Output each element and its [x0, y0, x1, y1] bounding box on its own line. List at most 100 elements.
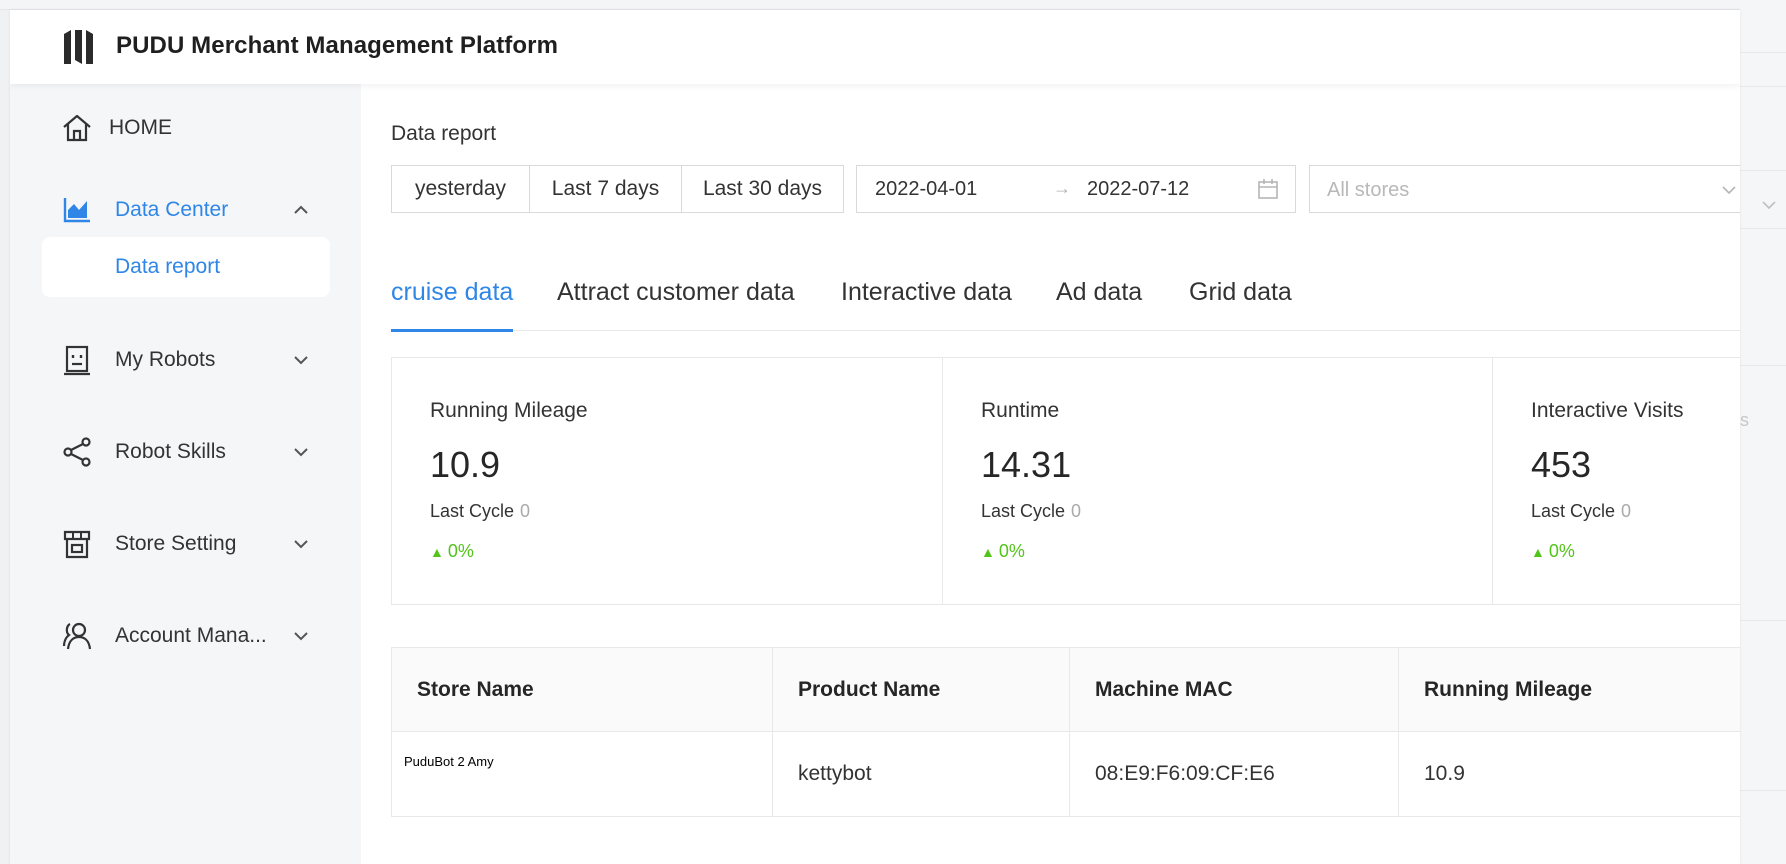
- data-table: Store Name Product Name Machine MAC Runn…: [391, 647, 1740, 817]
- stat-last-cycle: Last Cycle 0: [1531, 501, 1631, 522]
- backdrop-divider: [1740, 790, 1786, 791]
- column-header-label: Store Name: [417, 678, 534, 701]
- calendar-icon: [1258, 179, 1278, 199]
- yesterday-button[interactable]: yesterday: [391, 165, 530, 213]
- app-title: PUDU Merchant Management Platform: [116, 32, 559, 59]
- stat-label: Interactive Visits: [1531, 399, 1684, 422]
- column-header-label: Running Mileage: [1424, 678, 1592, 701]
- backdrop-divider: [1740, 365, 1786, 366]
- cell-text: kettybot: [798, 762, 872, 785]
- end-date-input[interactable]: 2022-07-12: [1087, 178, 1189, 201]
- last-cycle-label: Last Cycle: [1531, 501, 1616, 521]
- chevron-down-icon: [1722, 186, 1736, 195]
- tab-attract-customer-data[interactable]: Attract customer data: [557, 276, 795, 331]
- range-separator: →: [1053, 178, 1071, 198]
- stat-change: ▲ 0%: [1531, 541, 1575, 562]
- stat-value: 10.9: [430, 444, 501, 485]
- stats-panel: Running Mileage 10.9 Last Cycle 0 ▲ 0% Run…: [391, 357, 1740, 605]
- share-icon: [63, 437, 91, 467]
- column-header[interactable]: Store Name: [392, 648, 773, 731]
- change-value: 0%: [998, 541, 1025, 561]
- area-chart-icon: [63, 198, 90, 223]
- tab-label: cruise data: [391, 278, 514, 306]
- table-cell: 10.9: [1399, 732, 1738, 816]
- stat-last-cycle: Last Cycle 0: [981, 501, 1081, 522]
- data-tabs: cruise data Attract customer data Intera…: [391, 276, 1740, 332]
- tab-interactive-data[interactable]: Interactive data: [841, 276, 1012, 331]
- users-icon: [62, 622, 92, 650]
- backdrop-divider: [1740, 170, 1786, 171]
- change-value: 0%: [1548, 541, 1575, 561]
- table-cell: 08:E9:F6:09:CF:E6: [1070, 732, 1399, 816]
- sidebar-item-label: HOME: [109, 116, 172, 139]
- backdrop-divider: [1740, 86, 1786, 87]
- last-cycle-value: 0: [1071, 501, 1082, 521]
- date-range-picker[interactable]: 2022-04-01 → 2022-07-12: [856, 165, 1296, 213]
- column-header[interactable]: Product Name: [773, 648, 1070, 731]
- last-7-days-button[interactable]: Last 7 days: [529, 165, 682, 213]
- column-header-label: Product Name: [798, 678, 941, 701]
- chevron-up-icon: [294, 205, 308, 214]
- chevron-down-icon: [294, 632, 308, 641]
- sidebar-item-label: Store Setting: [115, 532, 237, 555]
- sidebar-subitem-data-report[interactable]: Data report: [42, 237, 330, 297]
- sidebar-item-data-center[interactable]: Data Center: [10, 180, 361, 240]
- tab-grid-data[interactable]: Grid data: [1189, 276, 1292, 331]
- sidebar-item-my-robots[interactable]: My Robots: [10, 330, 361, 390]
- tab-ad-data[interactable]: Ad data: [1056, 276, 1142, 331]
- quick-range-buttons: yesterday Last 7 days Last 30 days: [391, 165, 844, 213]
- column-header-label: Machine MAC: [1095, 678, 1233, 701]
- stat-change: ▲ 0%: [430, 541, 474, 562]
- tab-label: Grid data: [1189, 278, 1292, 306]
- stat-card: Interactive Visits 453 Last Cycle 0 ▲ 0%: [1492, 358, 1740, 604]
- trend-up-icon: ▲: [430, 544, 444, 560]
- sidebar-item-home[interactable]: HOME: [10, 98, 361, 158]
- store-select-placeholder: All stores: [1327, 179, 1410, 201]
- background-window: [1740, 0, 1786, 864]
- column-header[interactable]: Running Mileage: [1399, 648, 1738, 731]
- chevron-down-icon: [1762, 201, 1776, 210]
- column-header[interactable]: Machine MAC: [1070, 648, 1399, 731]
- clipped-text: s: [1740, 410, 1749, 430]
- store-select[interactable]: All stores: [1309, 165, 1740, 213]
- sidebar-item-label: Data Center: [115, 198, 229, 221]
- sidebar-item-store-setting[interactable]: Store Setting: [10, 514, 361, 574]
- page-title: Data report: [391, 122, 497, 145]
- last-30-days-button[interactable]: Last 30 days: [681, 165, 844, 213]
- pudu-logo-icon: [64, 30, 93, 64]
- change-value: 0%: [447, 541, 474, 561]
- tab-cruise-data[interactable]: cruise data: [391, 276, 514, 332]
- backdrop-divider: [1740, 52, 1786, 53]
- trend-up-icon: ▲: [1531, 544, 1545, 560]
- chevron-down-icon: [294, 448, 308, 457]
- last-cycle-value: 0: [1621, 501, 1632, 521]
- table-cell: PuduBot 2 Amy: [392, 732, 773, 816]
- sidebar-item-robot-skills[interactable]: Robot Skills: [10, 422, 361, 482]
- last-cycle-value: 0: [520, 501, 531, 521]
- sidebar-item-account-management[interactable]: Account Mana...: [10, 606, 361, 666]
- stat-last-cycle: Last Cycle 0: [430, 501, 530, 522]
- table-cell: kettybot: [773, 732, 1070, 816]
- home-icon: [63, 114, 91, 142]
- stat-card: Runtime 14.31 Last Cycle 0 ▲ 0%: [942, 358, 1492, 604]
- table-header-row: Store Name Product Name Machine MAC Runn…: [392, 648, 1740, 732]
- backdrop-divider: [1740, 620, 1786, 621]
- stat-value: 14.31: [981, 444, 1072, 485]
- table-row[interactable]: PuduBot 2 Amy kettybot 08:E9:F6:09:CF:E6…: [392, 732, 1740, 816]
- stat-change: ▲ 0%: [981, 541, 1025, 562]
- stat-label: Running Mileage: [430, 399, 588, 422]
- cell-text: 10.9: [1424, 762, 1465, 785]
- start-date-input[interactable]: 2022-04-01: [875, 178, 977, 201]
- cell-text: PuduBot 2 Amy: [404, 754, 494, 769]
- sidebar-item-label: Robot Skills: [115, 440, 226, 463]
- chevron-down-icon: [294, 540, 308, 549]
- sidebar-item-label: Account Mana...: [115, 624, 267, 647]
- stat-card: Running Mileage 10.9 Last Cycle 0 ▲ 0%: [392, 358, 942, 604]
- tab-label: Interactive data: [841, 278, 1012, 306]
- tab-label: Attract customer data: [557, 278, 795, 306]
- stat-value: 453: [1531, 444, 1592, 485]
- robot-icon: [64, 345, 90, 376]
- app-window: PUDU Merchant Management Platform HOME D…: [10, 10, 1740, 864]
- cell-text: 08:E9:F6:09:CF:E6: [1095, 762, 1275, 785]
- sidebar-item-label: My Robots: [115, 348, 216, 371]
